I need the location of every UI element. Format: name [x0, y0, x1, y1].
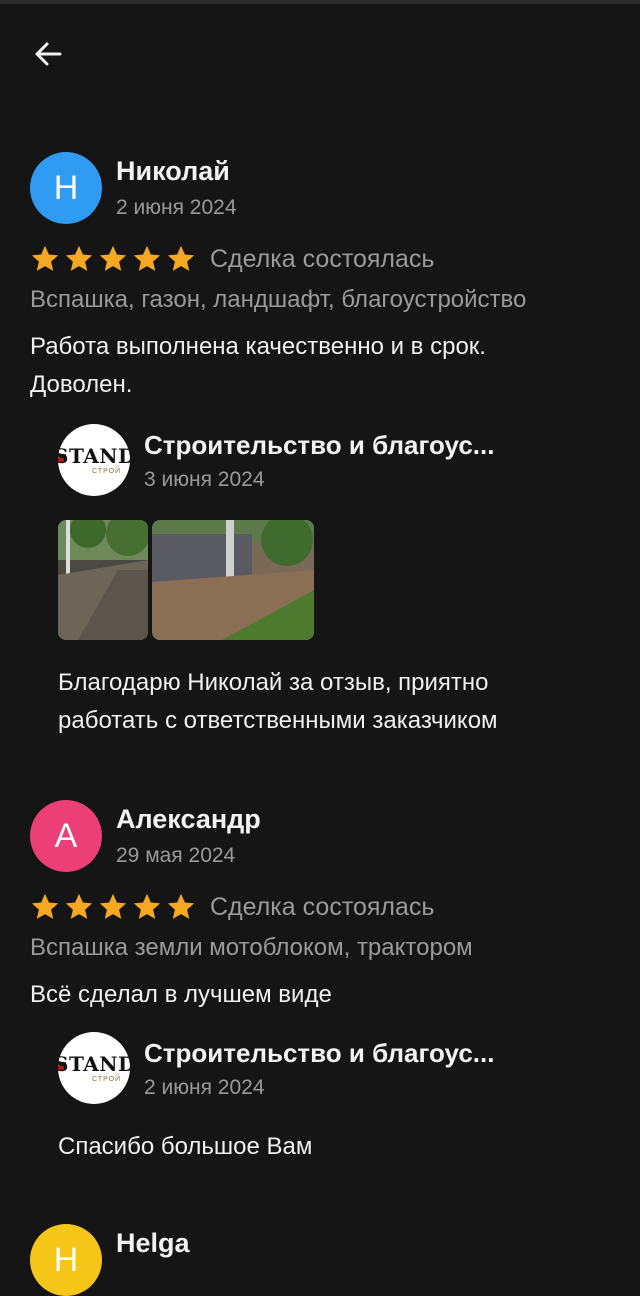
logo-subtext: СТРОЙ — [92, 1076, 122, 1083]
reply-date: 3 июня 2024 — [144, 468, 265, 491]
company-name[interactable]: Строительство и благоус... — [144, 1038, 544, 1069]
reply-text: Спасибо большое Вам — [58, 1128, 618, 1166]
review-text-line: Работа выполнена качественно и в срок. — [30, 333, 486, 360]
star-icon — [65, 893, 93, 919]
review-text-line: Всё сделал в лучшем виде — [30, 981, 332, 1008]
reply-text-line: Спасибо большое Вам — [58, 1133, 313, 1160]
rating-row: Сделка состоялась — [30, 244, 434, 274]
star-icon — [31, 245, 59, 271]
rating-stars — [30, 892, 196, 922]
deal-status: Сделка состоялась — [210, 892, 435, 921]
reply-text-line: Благодарю Николай за отзыв, приятно — [58, 669, 489, 696]
star-icon — [167, 893, 195, 919]
reply-photos — [58, 520, 314, 640]
avatar[interactable]: Н — [30, 1224, 102, 1296]
review-date: 2 июня 2024 — [116, 196, 237, 219]
rating-row: Сделка состоялась — [30, 892, 434, 922]
avatar[interactable]: Н — [30, 152, 102, 224]
review-date: 29 мая 2024 — [116, 844, 236, 867]
star-icon — [99, 245, 127, 271]
star-icon — [133, 893, 161, 919]
company-name[interactable]: Строительство и благоус... — [144, 430, 544, 461]
arrow-left-icon — [35, 42, 62, 66]
star-icon — [65, 245, 93, 271]
rating-stars — [30, 244, 196, 274]
reply-photo[interactable] — [152, 520, 314, 640]
reply-text-line: работать с ответственными заказчиком — [58, 707, 498, 734]
star-icon — [31, 893, 59, 919]
status-bar-strip — [0, 0, 640, 4]
deal-status: Сделка состоялась — [210, 244, 435, 273]
company-logo[interactable]: STANDAI СТРОЙ — [58, 424, 130, 496]
review-text: Всё сделал в лучшем виде — [30, 976, 620, 1014]
avatar[interactable]: А — [30, 800, 102, 872]
review-text: Работа выполнена качественно и в срок. Д… — [30, 328, 620, 404]
company-logo[interactable]: STANDAI СТРОЙ — [58, 1032, 130, 1104]
star-icon — [167, 245, 195, 271]
logo-subtext: СТРОЙ — [92, 468, 122, 475]
logo-text: STANDAI — [58, 444, 130, 468]
reply-date: 2 июня 2024 — [144, 1076, 265, 1099]
logo-text: STANDAI — [58, 1052, 130, 1076]
reviewer-name[interactable]: Николай — [116, 156, 230, 187]
review-text-line: Доволен. — [30, 371, 133, 398]
reviewer-name[interactable]: Helga — [116, 1228, 190, 1259]
service-tags: Вспашка, газон, ландшафт, благоустройств… — [30, 286, 527, 313]
back-button[interactable] — [30, 36, 70, 72]
reviewer-name[interactable]: Александр — [116, 804, 261, 835]
star-icon — [99, 893, 127, 919]
reply-text: Благодарю Николай за отзыв, приятно рабо… — [58, 664, 618, 740]
star-icon — [133, 245, 161, 271]
reply-photo[interactable] — [58, 520, 148, 640]
service-tags: Вспашка земли мотоблоком, трактором — [30, 934, 473, 961]
